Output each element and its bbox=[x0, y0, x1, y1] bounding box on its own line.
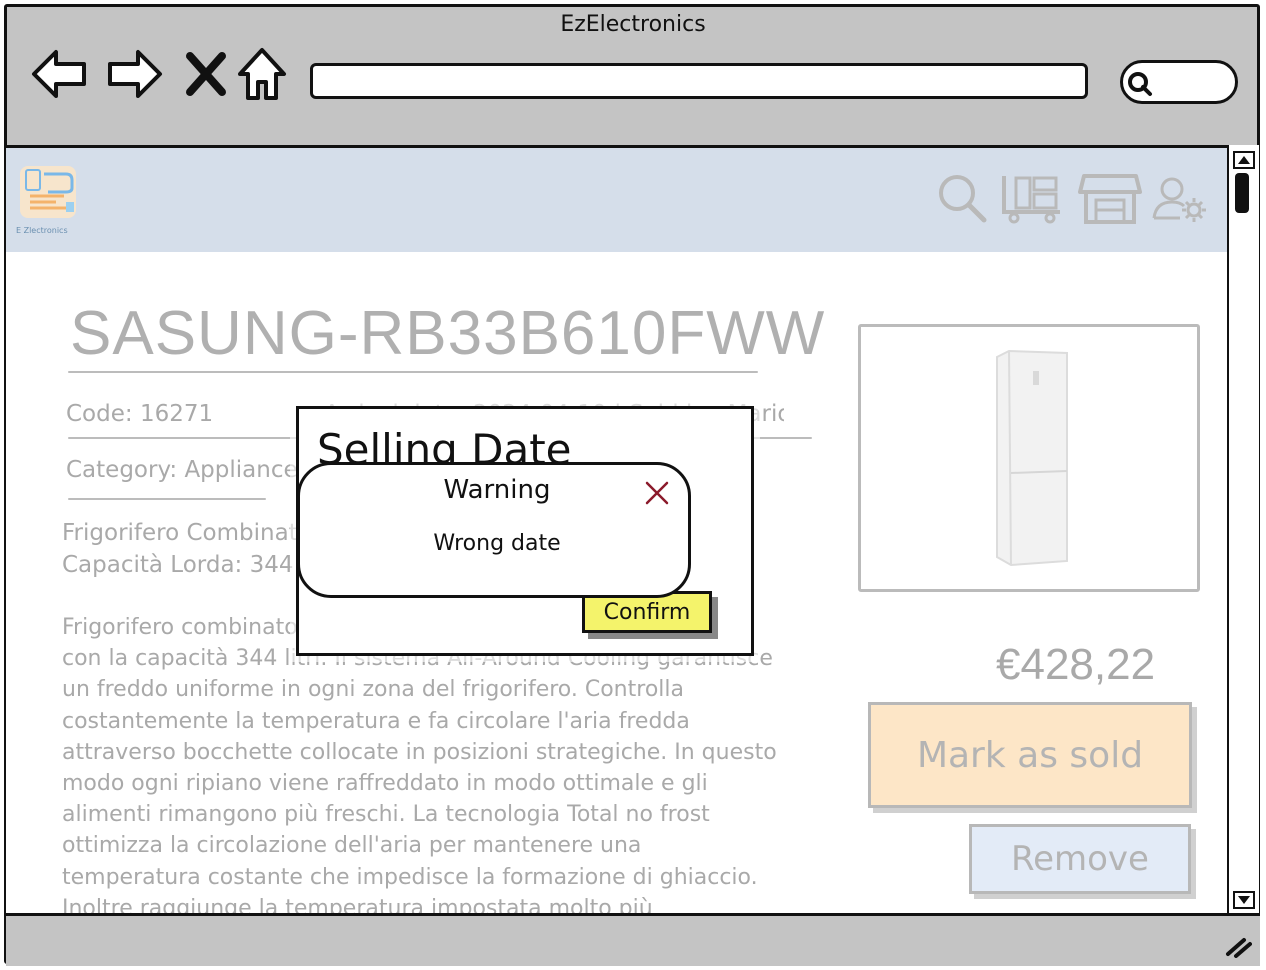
mark-as-sold-button[interactable]: Mark as sold bbox=[868, 702, 1192, 808]
stop-icon[interactable] bbox=[176, 44, 236, 104]
desc-line: attraverso bocchette collocate in posizi… bbox=[62, 739, 777, 765]
address-bar[interactable] bbox=[310, 63, 1088, 99]
browser-search-field[interactable] bbox=[1120, 60, 1238, 104]
forward-arrow-icon[interactable] bbox=[104, 44, 164, 104]
fridge-image bbox=[996, 349, 1068, 567]
warning-popup: Warning Wrong date bbox=[297, 462, 691, 598]
desc-line: ottimizza la circolazione dell'aria per … bbox=[62, 833, 642, 859]
window-title: EzElectronics bbox=[560, 12, 706, 37]
status-bar bbox=[6, 913, 1260, 966]
scroll-up-icon[interactable] bbox=[1233, 151, 1255, 169]
product-title: SASUNG-RB33B610FWW bbox=[70, 299, 826, 368]
short-desc-line2: Capacità Lorda: 344 bbox=[62, 552, 294, 578]
search-icon[interactable] bbox=[936, 172, 988, 224]
vertical-scrollbar[interactable] bbox=[1227, 145, 1259, 913]
category-underline bbox=[68, 498, 266, 500]
back-arrow-icon[interactable] bbox=[30, 44, 90, 104]
app-logo[interactable]: E Zlectronics bbox=[16, 162, 82, 238]
product-price: €428,22 bbox=[996, 640, 1156, 689]
product-category: Category: Appliance bbox=[66, 457, 298, 483]
desc-line: temperatura costante che impedisce la fo… bbox=[62, 864, 758, 890]
inventory-icon[interactable] bbox=[1000, 172, 1064, 224]
desc-line: alimenti rimangono più freschi. La tecno… bbox=[62, 802, 710, 828]
header-banner: E Zlectronics bbox=[6, 148, 1227, 252]
close-icon[interactable] bbox=[643, 479, 671, 507]
desc-line: costantemente la temperatura e fa circol… bbox=[62, 708, 690, 734]
scroll-down-icon[interactable] bbox=[1233, 891, 1255, 909]
logo-text: E Zlectronics bbox=[16, 226, 68, 235]
remove-button[interactable]: Remove bbox=[969, 824, 1191, 894]
warning-message: Wrong date bbox=[433, 531, 561, 556]
resize-grip-icon[interactable] bbox=[1224, 934, 1252, 958]
desc-line: modo ogni ripiano viene raffreddato in m… bbox=[62, 771, 708, 797]
magnifier-icon bbox=[1128, 72, 1152, 96]
logo-graphic bbox=[20, 166, 76, 218]
desc-line: un freddo uniforme in ogni zona del frig… bbox=[62, 677, 684, 703]
scroll-thumb[interactable] bbox=[1235, 173, 1249, 213]
short-desc-line1: Frigorifero Combinato bbox=[62, 520, 312, 546]
title-underline bbox=[68, 371, 758, 373]
user-settings-icon[interactable] bbox=[1152, 176, 1206, 224]
warning-title: Warning bbox=[443, 475, 551, 505]
product-code: Code: 16271 bbox=[66, 401, 214, 427]
home-icon[interactable] bbox=[232, 44, 292, 104]
store-icon[interactable] bbox=[1078, 170, 1142, 226]
long-description: Frigorifero combinato No Frost di classe… bbox=[62, 612, 822, 916]
product-image bbox=[858, 324, 1200, 592]
